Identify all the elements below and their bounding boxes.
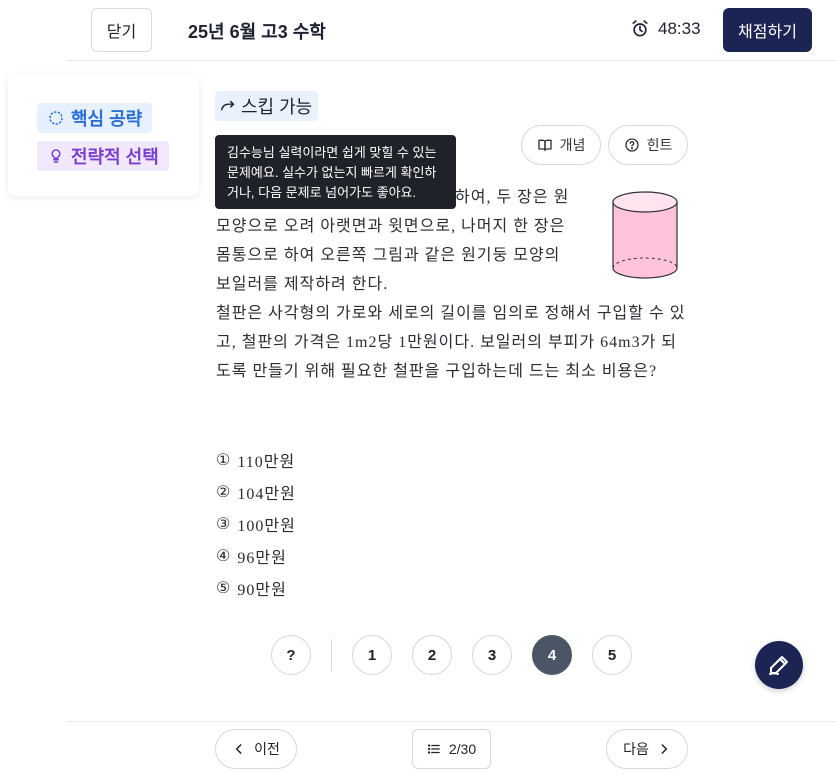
header-divider (67, 60, 836, 61)
choice-text: 104만원 (237, 486, 296, 503)
core-strategy-tag[interactable]: 핵심 공략 (37, 103, 153, 133)
concept-label: 개념 (559, 137, 586, 153)
choice-number: ③ (216, 516, 232, 533)
question-line: 몸통으로 하여 오른쪽 그림과 같은 원기둥 모양의 (216, 247, 561, 264)
page-indicator: 2/30 (448, 741, 477, 757)
footer-divider (67, 721, 836, 722)
draw-pen-button[interactable] (755, 641, 803, 689)
strategy-card: 핵심 공략 전략적 선택 (8, 75, 199, 196)
answer-choices: ① 110만원 ② 104만원 ③ 100만원 ④ 96만원 ⑤ 90만원 (216, 444, 296, 604)
choice-option-3[interactable]: ③ 100만원 (216, 508, 296, 540)
choice-text: 110만원 (237, 454, 296, 471)
skip-arrow-icon (220, 100, 235, 111)
pen-icon (769, 656, 788, 675)
lightbulb-icon (51, 149, 61, 163)
choice-text: 90만원 (237, 582, 287, 599)
choice-number: ① (216, 452, 232, 469)
choice-option-1[interactable]: ① 110만원 (216, 444, 296, 476)
choice-option-5[interactable]: ⑤ 90만원 (216, 572, 296, 604)
answer-unknown-button[interactable]: ? (271, 635, 311, 675)
question-line: 모양으로 오려 아랫면과 윗면으로, 나머지 한 장은 (216, 218, 566, 235)
choice-option-2[interactable]: ② 104만원 (216, 476, 296, 508)
choice-number: ② (216, 484, 232, 501)
question-paragraph: 철판은 사각형의 가로와 세로의 길이를 임의로 정해서 구입할 수 있고, 철… (216, 305, 686, 380)
answer-button-1[interactable]: 1 (352, 635, 392, 675)
chevron-right-icon (661, 744, 668, 754)
strategic-choice-label: 전략적 선택 (71, 147, 159, 167)
close-button[interactable]: 닫기 (91, 8, 152, 52)
help-circle-icon (624, 138, 639, 152)
choice-option-4[interactable]: ④ 96만원 (216, 540, 296, 572)
answer-button-3[interactable]: 3 (472, 635, 512, 675)
concept-button[interactable]: 개념 (521, 125, 601, 165)
answer-button-4[interactable]: 4 (532, 635, 572, 675)
hint-label: 힌트 (646, 137, 673, 153)
list-icon (427, 744, 440, 754)
prev-button[interactable]: 이전 (215, 729, 297, 769)
next-label: 다음 (623, 741, 649, 757)
choice-number: ⑤ (216, 580, 232, 597)
next-button[interactable]: 다음 (606, 729, 688, 769)
choice-number: ④ (216, 548, 232, 565)
target-icon (49, 111, 63, 125)
answer-button-2[interactable]: 2 (412, 635, 452, 675)
timer: 48:33 (630, 19, 701, 39)
grade-button[interactable]: 채점하기 (723, 8, 812, 52)
core-strategy-label: 핵심 공략 (71, 109, 143, 129)
question-list-button[interactable]: 2/30 (412, 729, 491, 769)
alarm-clock-icon (632, 20, 648, 37)
question-line: 보일러를 제작하려 한다. (216, 276, 389, 293)
prev-label: 이전 (254, 741, 280, 757)
strategic-choice-tag[interactable]: 전략적 선택 (37, 141, 169, 171)
exam-title: 25년 6월 고3 수학 (188, 22, 326, 42)
chevron-left-icon (235, 744, 242, 754)
answer-button-5[interactable]: 5 (592, 635, 632, 675)
book-icon (537, 139, 552, 151)
timer-value: 48:33 (658, 19, 701, 38)
choice-text: 96만원 (237, 550, 287, 567)
skip-tooltip: 김수능님 실력이라면 쉽게 맞힐 수 있는 문제예요. 실수가 없는지 빠르게 … (215, 135, 456, 209)
skip-badge[interactable]: 스킵 가능 (215, 91, 319, 121)
skip-label: 스킵 가능 (241, 97, 313, 117)
choice-text: 100만원 (237, 518, 296, 535)
hint-button[interactable]: 힌트 (608, 125, 688, 165)
answer-nav-divider (331, 639, 332, 671)
cylinder-figure (612, 191, 678, 279)
top-bar: 닫기 25년 6월 고3 수학 48:33 채점하기 (0, 0, 836, 61)
